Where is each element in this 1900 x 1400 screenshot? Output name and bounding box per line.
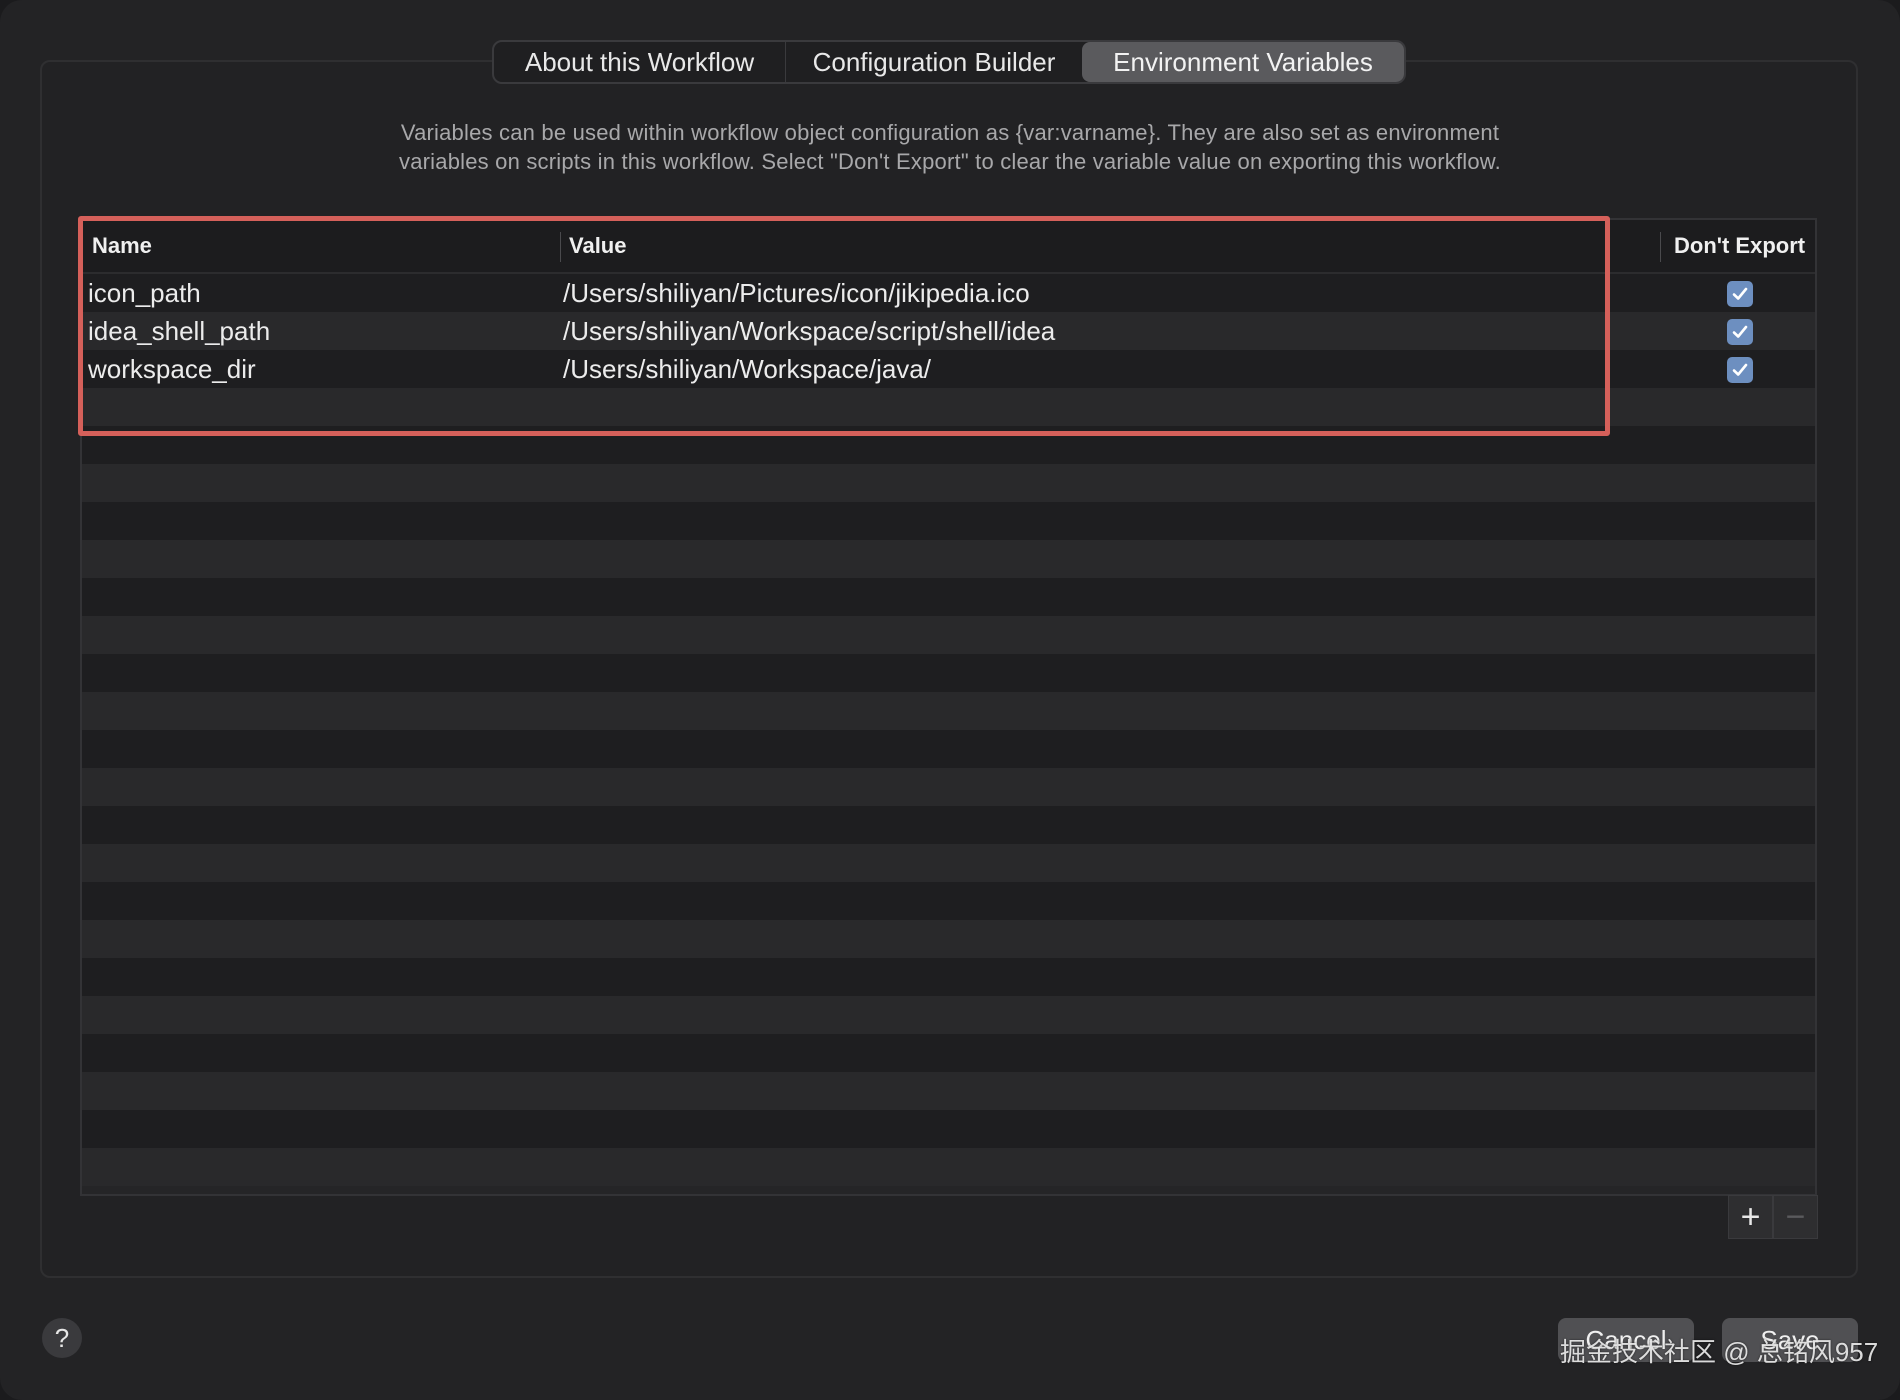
plus-icon[interactable]: + xyxy=(1728,1195,1773,1239)
variable-name-cell[interactable]: workspace_dir xyxy=(88,350,256,388)
table-row[interactable] xyxy=(82,806,1815,844)
minus-icon[interactable]: − xyxy=(1773,1195,1818,1239)
dont-export-checkbox[interactable] xyxy=(1727,357,1753,383)
question-icon[interactable]: ? xyxy=(42,1318,82,1358)
variables-table: Name Value Don't Export icon_path/Users/… xyxy=(80,218,1817,1196)
column-header-dont-export[interactable]: Don't Export xyxy=(1674,220,1805,272)
column-header-name[interactable]: Name xyxy=(92,220,152,272)
table-row[interactable] xyxy=(82,616,1815,654)
workflow-configuration-window: About this Workflow Configuration Builde… xyxy=(0,0,1900,1400)
table-row[interactable] xyxy=(82,1110,1815,1148)
table-row[interactable]: workspace_dir/Users/shiliyan/Workspace/j… xyxy=(82,350,1815,388)
table-row[interactable] xyxy=(82,768,1815,806)
table-row[interactable] xyxy=(82,882,1815,920)
table-row[interactable] xyxy=(82,1034,1815,1072)
variable-name-cell[interactable]: idea_shell_path xyxy=(88,312,270,350)
add-remove-control: + − xyxy=(1728,1195,1818,1239)
table-body: icon_path/Users/shiliyan/Pictures/icon/j… xyxy=(82,274,1815,1194)
tab-about-workflow[interactable]: About this Workflow xyxy=(494,42,786,82)
table-row[interactable] xyxy=(82,844,1815,882)
variable-value-cell[interactable]: /Users/shiliyan/Pictures/icon/jikipedia.… xyxy=(563,274,1030,312)
table-header: Name Value Don't Export xyxy=(82,220,1815,274)
table-row[interactable] xyxy=(82,540,1815,578)
table-row[interactable] xyxy=(82,464,1815,502)
table-row[interactable]: idea_shell_path/Users/shiliyan/Workspace… xyxy=(82,312,1815,350)
tab-environment-variables[interactable]: Environment Variables xyxy=(1082,42,1404,82)
table-row[interactable] xyxy=(82,654,1815,692)
table-row[interactable] xyxy=(82,692,1815,730)
variable-value-cell[interactable]: /Users/shiliyan/Workspace/script/shell/i… xyxy=(563,312,1055,350)
checkmark-icon xyxy=(1732,287,1748,300)
variable-value-cell[interactable]: /Users/shiliyan/Workspace/java/ xyxy=(563,350,931,388)
watermark-text: 掘金技术社区 @ 总铭风957 xyxy=(1560,1337,1879,1367)
table-row[interactable] xyxy=(82,920,1815,958)
column-divider[interactable] xyxy=(1660,232,1661,262)
table-row[interactable] xyxy=(82,578,1815,616)
segmented-tabs: About this Workflow Configuration Builde… xyxy=(492,40,1406,84)
description-line-2: variables on scripts in this workflow. S… xyxy=(399,149,1501,174)
table-row[interactable] xyxy=(82,1148,1815,1186)
dont-export-checkbox[interactable] xyxy=(1727,281,1753,307)
variable-name-cell[interactable]: icon_path xyxy=(88,274,201,312)
description-text: Variables can be used within workflow ob… xyxy=(60,118,1840,176)
tab-configuration-builder[interactable]: Configuration Builder xyxy=(786,42,1082,82)
column-header-value[interactable]: Value xyxy=(569,220,626,272)
dont-export-checkbox[interactable] xyxy=(1727,319,1753,345)
table-row[interactable] xyxy=(82,502,1815,540)
checkmark-icon xyxy=(1732,325,1748,338)
checkmark-icon xyxy=(1732,363,1748,376)
table-row[interactable] xyxy=(82,426,1815,464)
table-row[interactable]: icon_path/Users/shiliyan/Pictures/icon/j… xyxy=(82,274,1815,312)
table-row[interactable] xyxy=(82,388,1815,426)
table-row[interactable] xyxy=(82,730,1815,768)
table-row[interactable] xyxy=(82,958,1815,996)
table-row[interactable] xyxy=(82,1072,1815,1110)
description-line-1: Variables can be used within workflow ob… xyxy=(400,120,1500,145)
column-divider[interactable] xyxy=(560,232,561,262)
table-row[interactable] xyxy=(82,996,1815,1034)
